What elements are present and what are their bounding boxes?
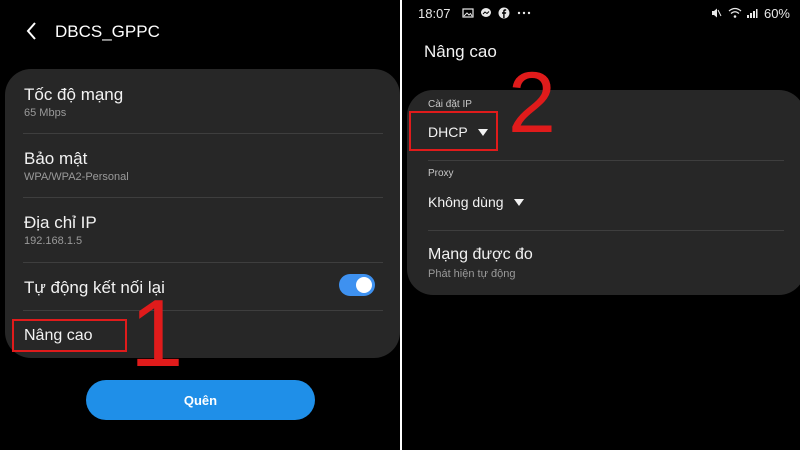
annotation-highlight-box <box>409 111 498 151</box>
notification-icons <box>462 5 531 21</box>
toggle-knob <box>356 277 372 293</box>
ip-address-row: Địa chỉ IP 192.168.1.5 <box>5 197 400 261</box>
auto-reconnect-toggle[interactable] <box>339 274 375 296</box>
messenger-icon <box>480 7 492 19</box>
battery-level: 60% <box>763 5 790 21</box>
step-number-annotation: 2 <box>508 55 556 151</box>
network-speed-row: Tốc độ mạng 65 Mbps <box>5 69 400 133</box>
security-row: Bảo mật WPA/WPA2-Personal <box>5 133 400 197</box>
more-icon <box>516 7 531 19</box>
facebook-icon <box>498 7 510 19</box>
proxy-dropdown[interactable]: Không dùng <box>428 194 524 210</box>
annotation-highlight-box <box>12 319 127 352</box>
wifi-icon <box>728 7 742 19</box>
system-icons: 60% <box>710 5 790 21</box>
status-bar: 18:07 60% <box>402 0 800 26</box>
network-speed-value: 65 Mbps <box>24 107 67 119</box>
proxy-label: Proxy <box>428 168 454 179</box>
header: DBCS_GPPC <box>0 0 400 62</box>
network-name-title: DBCS_GPPC <box>55 22 160 41</box>
security-label: Bảo mật <box>24 149 88 168</box>
network-speed-label: Tốc độ mạng <box>24 85 124 104</box>
chevron-left-icon[interactable] <box>22 18 44 44</box>
metered-network-value: Phát hiện tự động <box>428 268 516 280</box>
ip-settings-label: Cài đặt IP <box>428 99 472 110</box>
metered-network-row[interactable]: Mạng được đo Phát hiện tự động <box>407 230 800 295</box>
ip-address-label: Địa chỉ IP <box>24 213 97 232</box>
metered-network-label: Mạng được đo <box>428 246 533 263</box>
wifi-details-screen: DBCS_GPPC Tốc độ mạng 65 Mbps Bảo mật WP… <box>0 0 400 450</box>
caret-down-icon <box>513 198 524 206</box>
forget-button[interactable]: Quên <box>86 380 315 420</box>
proxy-value: Không dùng <box>428 194 504 210</box>
divider <box>428 160 784 161</box>
advanced-settings-screen: 18:07 60% Nâng cao Cài đặt IP DHCP Proxy… <box>402 0 800 450</box>
page-title: Nâng cao <box>424 42 497 61</box>
signal-icon <box>746 7 758 19</box>
mute-icon <box>710 7 722 19</box>
ip-address-value: 192.168.1.5 <box>24 235 83 247</box>
image-icon <box>462 7 474 19</box>
step-number-annotation: 1 <box>130 280 184 387</box>
network-settings-card: Tốc độ mạng 65 Mbps Bảo mật WPA/WPA2-Per… <box>5 69 400 358</box>
security-value: WPA/WPA2-Personal <box>24 171 129 183</box>
status-time: 18:07 <box>418 6 451 21</box>
